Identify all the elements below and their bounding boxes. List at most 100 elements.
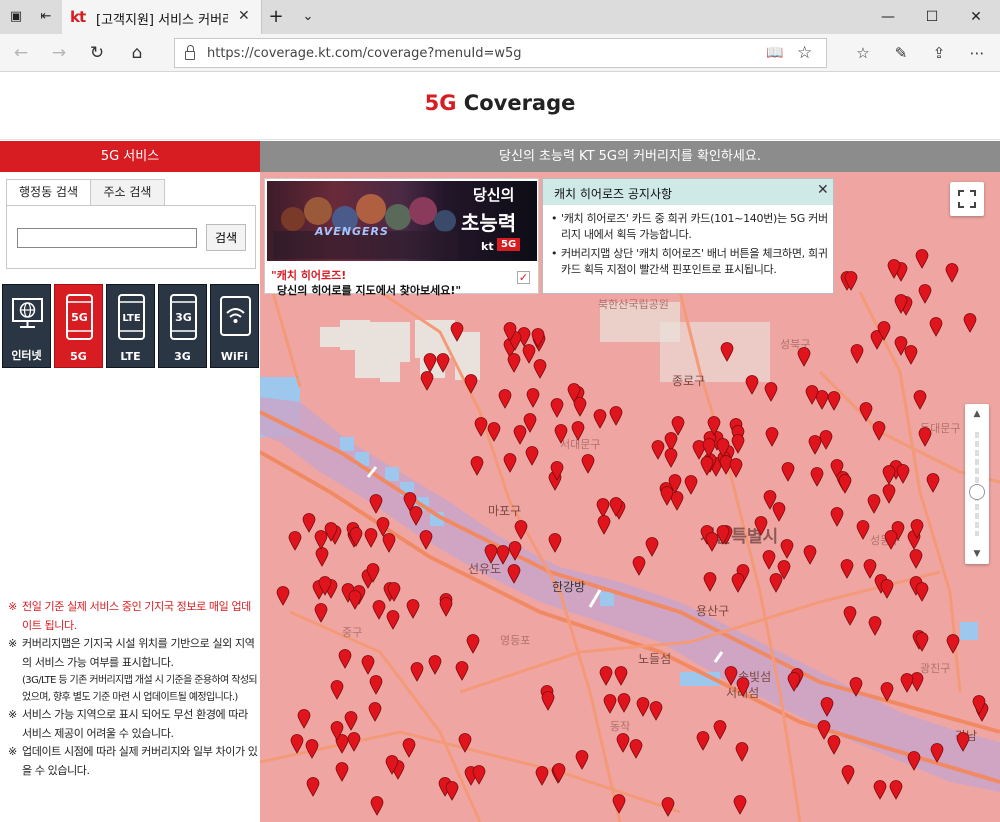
coverage-pin-icon[interactable]	[330, 721, 344, 741]
coverage-pin-icon[interactable]	[907, 751, 921, 771]
coverage-pin-icon[interactable]	[720, 342, 734, 362]
coverage-pin-icon[interactable]	[896, 464, 910, 484]
coverage-pin-icon[interactable]	[344, 711, 358, 731]
coverage-pin-icon[interactable]	[877, 321, 891, 341]
coverage-pin-icon[interactable]	[420, 371, 434, 391]
coverage-pin-icon[interactable]	[507, 564, 521, 584]
notice-close-icon[interactable]: ✕	[817, 182, 829, 198]
service-5g-button[interactable]: 5G 5G	[54, 284, 103, 368]
coverage-pin-icon[interactable]	[850, 344, 864, 364]
coverage-pin-icon[interactable]	[436, 353, 450, 373]
coverage-pin-icon[interactable]	[729, 458, 743, 478]
coverage-pin-icon[interactable]	[830, 507, 844, 527]
coverage-pin-icon[interactable]	[315, 547, 329, 567]
coverage-pin-icon[interactable]	[797, 347, 811, 367]
coverage-pin-icon[interactable]	[713, 720, 727, 740]
coverage-pin-icon[interactable]	[531, 328, 545, 348]
coverage-pin-icon[interactable]	[305, 739, 319, 759]
coverage-pin-icon[interactable]	[514, 520, 528, 540]
tab-address-search[interactable]: 주소 검색	[90, 179, 165, 206]
coverage-pin-icon[interactable]	[548, 533, 562, 553]
coverage-pin-icon[interactable]	[915, 249, 929, 269]
minimize-icon[interactable]: —	[878, 7, 898, 27]
catch-heroes-checkbox[interactable]: ✓	[517, 271, 530, 284]
coverage-pin-icon[interactable]	[765, 427, 779, 447]
coverage-pin-icon[interactable]	[507, 353, 521, 373]
coverage-pin-icon[interactable]	[533, 359, 547, 379]
coverage-pin-icon[interactable]	[552, 763, 566, 783]
coverage-pin-icon[interactable]	[290, 734, 304, 754]
coverage-pin-icon[interactable]	[464, 374, 478, 394]
coverage-pin-icon[interactable]	[781, 462, 795, 482]
coverage-pin-icon[interactable]	[386, 610, 400, 630]
coverage-pin-icon[interactable]	[780, 539, 794, 559]
coverage-pin-icon[interactable]	[915, 582, 929, 602]
coverage-pin-icon[interactable]	[616, 733, 630, 753]
coverage-pin-icon[interactable]	[843, 606, 857, 626]
coverage-pin-icon[interactable]	[385, 755, 399, 775]
coverage-pin-icon[interactable]	[347, 732, 361, 752]
coverage-pin-icon[interactable]	[827, 391, 841, 411]
coverage-pin-icon[interactable]	[819, 430, 833, 450]
search-input[interactable]	[17, 228, 197, 248]
coverage-pin-icon[interactable]	[629, 739, 643, 759]
coverage-pin-icon[interactable]	[651, 440, 665, 460]
coverage-pin-icon[interactable]	[882, 465, 896, 485]
coverage-pin-icon[interactable]	[868, 616, 882, 636]
coverage-pin-icon[interactable]	[841, 765, 855, 785]
coverage-pin-icon[interactable]	[859, 402, 873, 422]
coverage-pin-icon[interactable]	[338, 649, 352, 669]
coverage-pin-icon[interactable]	[318, 576, 332, 596]
coverage-pin-icon[interactable]	[764, 382, 778, 402]
coverage-pin-icon[interactable]	[370, 796, 384, 816]
coverage-pin-icon[interactable]	[972, 695, 986, 715]
coverage-pin-icon[interactable]	[913, 390, 927, 410]
coverage-pin-icon[interactable]	[609, 497, 623, 517]
coverage-pin-icon[interactable]	[810, 467, 824, 487]
coverage-pin-icon[interactable]	[376, 517, 390, 537]
coverage-pin-icon[interactable]	[733, 795, 747, 815]
coverage-pin-icon[interactable]	[762, 550, 776, 570]
favorites-hub-icon[interactable]: ☆	[852, 42, 874, 64]
coverage-pin-icon[interactable]	[368, 702, 382, 722]
coverage-pin-icon[interactable]	[348, 590, 362, 610]
tab-close-icon[interactable]: ✕	[238, 8, 250, 24]
coverage-pin-icon[interactable]	[419, 530, 433, 550]
coverage-pin-icon[interactable]	[614, 666, 628, 686]
coverage-pin-icon[interactable]	[458, 733, 472, 753]
coverage-pin-icon[interactable]	[571, 421, 585, 441]
coverage-pin-icon[interactable]	[349, 527, 363, 547]
coverage-pin-icon[interactable]	[361, 655, 375, 675]
url-text[interactable]: https://coverage.kt.com/coverage?menuId=…	[207, 46, 522, 61]
coverage-pin-icon[interactable]	[909, 549, 923, 569]
back-icon[interactable]: ←	[10, 42, 32, 64]
coverage-pin-icon[interactable]	[731, 434, 745, 454]
coverage-pin-icon[interactable]	[805, 385, 819, 405]
coverage-pin-icon[interactable]	[550, 461, 564, 481]
coverage-pin-icon[interactable]	[787, 672, 801, 692]
coverage-pin-icon[interactable]	[402, 738, 416, 758]
coverage-pin-icon[interactable]	[926, 473, 940, 493]
maximize-icon[interactable]: ☐	[922, 7, 942, 27]
coverage-pin-icon[interactable]	[387, 582, 401, 602]
coverage-pin-icon[interactable]	[889, 780, 903, 800]
coverage-pin-icon[interactable]	[470, 456, 484, 476]
coverage-pin-icon[interactable]	[617, 693, 631, 713]
coverage-pin-icon[interactable]	[696, 731, 710, 751]
coverage-pin-icon[interactable]	[716, 525, 730, 545]
coverage-pin-icon[interactable]	[575, 750, 589, 770]
coverage-pin-icon[interactable]	[487, 422, 501, 442]
coverage-pin-icon[interactable]	[671, 416, 685, 436]
coverage-pin-icon[interactable]	[554, 424, 568, 444]
coverage-pin-icon[interactable]	[276, 586, 290, 606]
banner-image[interactable]: AVENGERS 당신의 초능력 kt 5G	[267, 181, 537, 261]
browser-tab-active[interactable]: kt [고객지원] 서비스 커버리 ✕	[62, 0, 262, 34]
coverage-pin-icon[interactable]	[838, 474, 852, 494]
coverage-pin-icon[interactable]	[735, 742, 749, 762]
coverage-pin-icon[interactable]	[946, 634, 960, 654]
coverage-pin-icon[interactable]	[918, 427, 932, 447]
coverage-pin-icon[interactable]	[369, 675, 383, 695]
coverage-pin-icon[interactable]	[849, 677, 863, 697]
coverage-pin-icon[interactable]	[535, 766, 549, 786]
search-button[interactable]: 검색	[206, 224, 246, 251]
